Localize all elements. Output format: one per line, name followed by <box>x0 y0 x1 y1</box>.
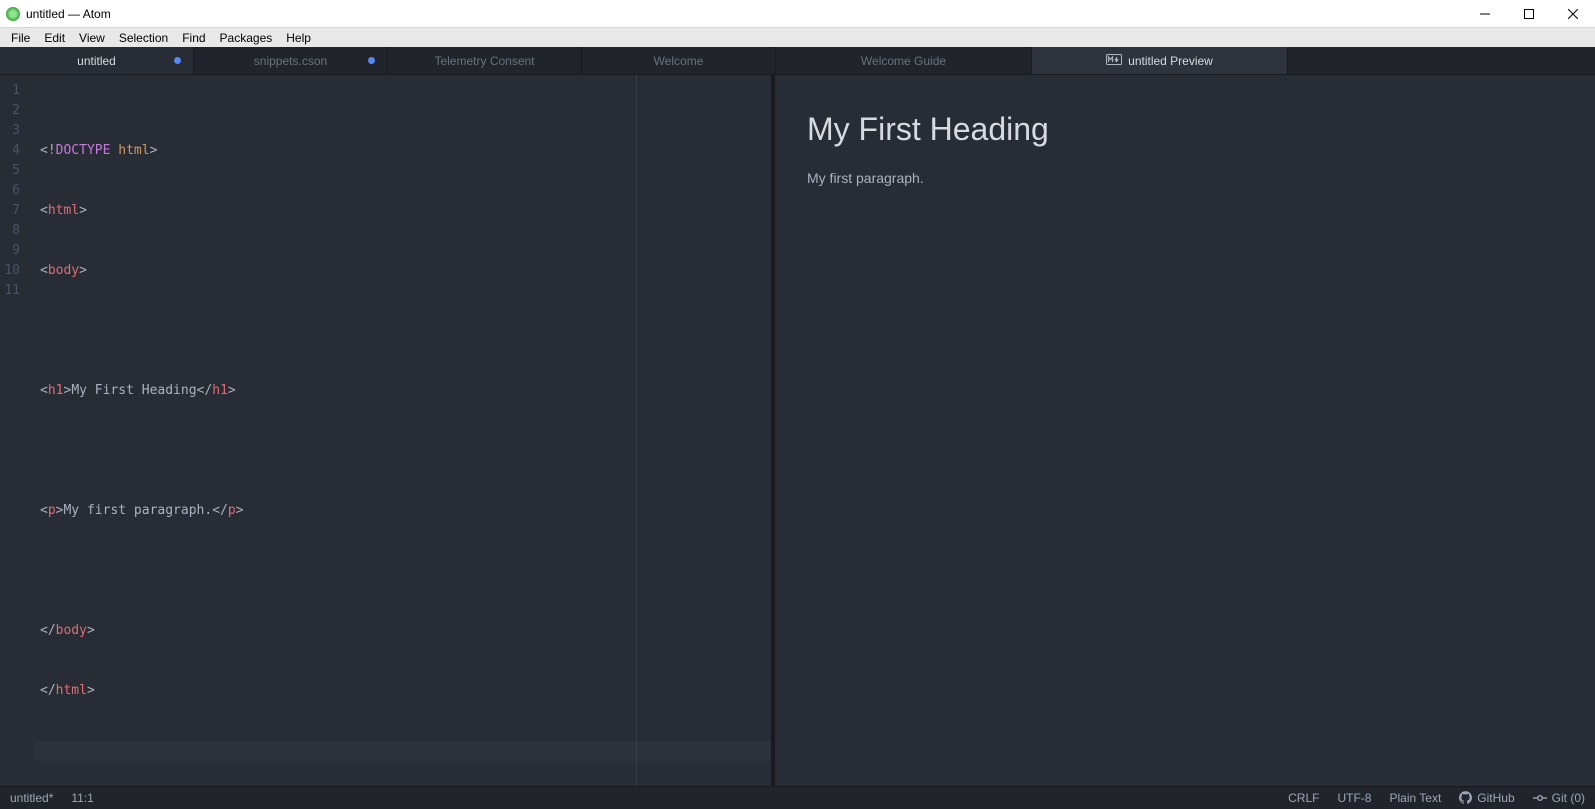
code-line: </html> <box>34 681 771 701</box>
tab-untitled[interactable]: untitled <box>0 47 194 74</box>
modified-indicator-icon <box>368 57 375 64</box>
status-line-ending[interactable]: CRLF <box>1288 791 1319 805</box>
menu-view[interactable]: View <box>72 31 112 45</box>
tab-welcome[interactable]: Welcome <box>582 47 776 74</box>
status-git-label: Git (0) <box>1552 791 1585 805</box>
window-title: untitled — Atom <box>26 7 111 21</box>
atom-logo-icon <box>6 7 20 21</box>
editor-pane: 1 2 3 4 5 6 7 8 9 10 11 <!DOCTYPE html> … <box>0 75 771 785</box>
markdown-icon <box>1106 54 1122 68</box>
line-number: 3 <box>0 121 34 141</box>
code-line: <html> <box>34 201 771 221</box>
code-line: <h1>My First Heading</h1> <box>34 381 771 401</box>
code-line: <!DOCTYPE html> <box>34 141 771 161</box>
menu-edit[interactable]: Edit <box>37 31 72 45</box>
code-line <box>34 741 771 761</box>
tab-label: untitled <box>77 54 116 68</box>
line-number: 1 <box>0 81 34 101</box>
preview-heading: My First Heading <box>807 111 1503 148</box>
code-line <box>34 441 771 461</box>
line-number: 2 <box>0 101 34 121</box>
line-number: 4 <box>0 141 34 161</box>
code-line <box>34 321 771 341</box>
window-titlebar: untitled — Atom <box>0 0 1595 27</box>
menu-selection[interactable]: Selection <box>112 31 175 45</box>
code-line: </body> <box>34 621 771 641</box>
tab-snippets[interactable]: snippets.cson <box>194 47 388 74</box>
close-button[interactable] <box>1551 0 1595 27</box>
code-line: <p>My first paragraph.</p> <box>34 501 771 521</box>
text-editor[interactable]: <!DOCTYPE html> <html> <body> <h1>My Fir… <box>34 75 771 785</box>
line-number: 10 <box>0 261 34 281</box>
tab-bar: untitled snippets.cson Telemetry Consent… <box>0 47 1595 75</box>
status-grammar[interactable]: Plain Text <box>1389 791 1441 805</box>
tab-welcome-guide[interactable]: Welcome Guide <box>776 47 1032 74</box>
line-number: 7 <box>0 201 34 221</box>
menu-help[interactable]: Help <box>279 31 318 45</box>
line-number: 11 <box>0 281 34 301</box>
maximize-button[interactable] <box>1507 0 1551 27</box>
status-git[interactable]: Git (0) <box>1533 791 1585 805</box>
modified-indicator-icon <box>174 57 181 64</box>
preview-pane: My First Heading My first paragraph. <box>775 75 1595 785</box>
tab-label: untitled Preview <box>1128 54 1213 68</box>
gutter-line-numbers: 1 2 3 4 5 6 7 8 9 10 11 <box>0 75 34 785</box>
tab-label: snippets.cson <box>254 54 327 68</box>
tab-label: Welcome <box>654 54 704 68</box>
code-line <box>34 561 771 581</box>
code-line: <body> <box>34 261 771 281</box>
tab-telemetry-consent[interactable]: Telemetry Consent <box>388 47 582 74</box>
tab-label: Welcome Guide <box>861 54 946 68</box>
status-encoding[interactable]: UTF-8 <box>1337 791 1371 805</box>
wrap-guide <box>636 75 637 785</box>
line-number: 8 <box>0 221 34 241</box>
window-controls <box>1463 0 1595 27</box>
menu-file[interactable]: File <box>4 31 37 45</box>
menu-find[interactable]: Find <box>175 31 212 45</box>
line-number: 9 <box>0 241 34 261</box>
menu-packages[interactable]: Packages <box>213 31 280 45</box>
tab-label: Telemetry Consent <box>434 54 534 68</box>
status-github-label: GitHub <box>1477 791 1514 805</box>
tab-untitled-preview[interactable]: untitled Preview <box>1032 47 1288 74</box>
git-commit-icon <box>1533 793 1547 803</box>
status-github[interactable]: GitHub <box>1459 791 1514 805</box>
editor-panes: 1 2 3 4 5 6 7 8 9 10 11 <!DOCTYPE html> … <box>0 75 1595 785</box>
github-icon <box>1459 791 1472 804</box>
minimize-button[interactable] <box>1463 0 1507 27</box>
menu-bar: File Edit View Selection Find Packages H… <box>0 27 1595 47</box>
line-number: 6 <box>0 181 34 201</box>
preview-paragraph: My first paragraph. <box>807 170 1503 186</box>
line-number: 5 <box>0 161 34 181</box>
